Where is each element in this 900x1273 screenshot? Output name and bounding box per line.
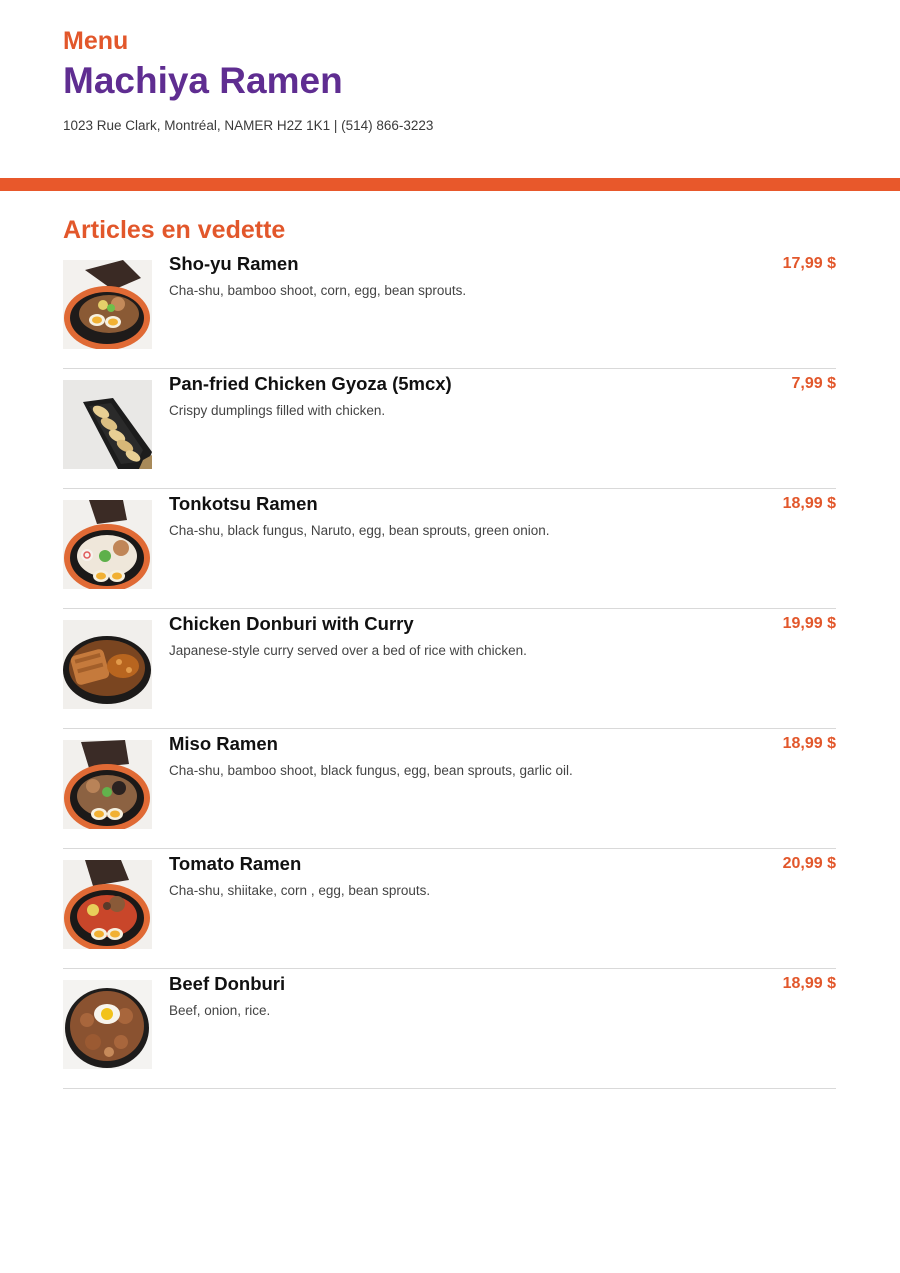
item-description: Cha-shu, bamboo shoot, black fungus, egg… <box>169 763 573 778</box>
curry-donburi-photo <box>63 620 152 709</box>
accent-divider <box>0 178 900 191</box>
menu-item[interactable]: Chicken Donburi with Curry Japanese-styl… <box>63 610 836 729</box>
item-name: Tomato Ramen <box>169 853 302 874</box>
menu-item-list: Sho-yu Ramen Cha-shu, bamboo shoot, corn… <box>63 250 836 1089</box>
item-description: Cha-shu, black fungus, Naruto, egg, bean… <box>169 523 550 538</box>
item-price: 7,99 $ <box>791 375 836 392</box>
menu-label: Menu <box>63 27 129 55</box>
item-description: Beef, onion, rice. <box>169 1003 271 1018</box>
featured-section: Articles en vedette Sho-yu Ramen Cha-shu… <box>63 214 836 1090</box>
item-description: Japanese-style curry served over a bed o… <box>169 643 527 658</box>
item-name: Chicken Donburi with Curry <box>169 613 414 634</box>
restaurant-name: Machiya Ramen <box>63 60 343 101</box>
menu-item[interactable]: Miso Ramen Cha-shu, bamboo shoot, black … <box>63 730 836 849</box>
tomato-ramen-photo <box>63 860 152 949</box>
item-name: Sho-yu Ramen <box>169 253 299 274</box>
item-name: Pan-fried Chicken Gyoza (5mcx) <box>169 373 452 394</box>
gyoza-photo <box>63 380 152 469</box>
item-price: 18,99 $ <box>782 975 836 992</box>
item-price: 18,99 $ <box>782 735 836 752</box>
miso-ramen-photo <box>63 740 152 829</box>
item-name: Tonkotsu Ramen <box>169 493 318 514</box>
tonkotsu-ramen-photo <box>63 500 152 589</box>
item-description: Crispy dumplings filled with chicken. <box>169 403 386 418</box>
item-price: 19,99 $ <box>782 615 836 632</box>
menu-item[interactable]: Pan-fried Chicken Gyoza (5mcx) Crispy du… <box>63 370 836 489</box>
item-name: Beef Donburi <box>169 973 286 994</box>
section-title: Articles en vedette <box>63 216 286 244</box>
item-price: 20,99 $ <box>782 855 836 872</box>
page-header: Menu Machiya Ramen 1023 Rue Clark, Montr… <box>63 26 843 134</box>
item-description: Cha-shu, shiitake, corn , egg, bean spro… <box>169 883 431 898</box>
menu-item[interactable]: Beef Donburi Beef, onion, rice. 18,99 $ <box>63 970 836 1089</box>
restaurant-address: 1023 Rue Clark, Montréal, NAMER H2Z 1K1 … <box>63 118 434 133</box>
shoyu-ramen-photo <box>63 260 152 349</box>
beef-donburi-photo <box>63 980 152 1069</box>
menu-item[interactable]: Tonkotsu Ramen Cha-shu, black fungus, Na… <box>63 490 836 609</box>
item-name: Miso Ramen <box>169 733 278 754</box>
menu-item[interactable]: Tomato Ramen Cha-shu, shiitake, corn , e… <box>63 850 836 969</box>
menu-item[interactable]: Sho-yu Ramen Cha-shu, bamboo shoot, corn… <box>63 250 836 369</box>
item-price: 18,99 $ <box>782 495 836 512</box>
item-price: 17,99 $ <box>782 255 836 272</box>
item-description: Cha-shu, bamboo shoot, corn, egg, bean s… <box>169 283 467 298</box>
